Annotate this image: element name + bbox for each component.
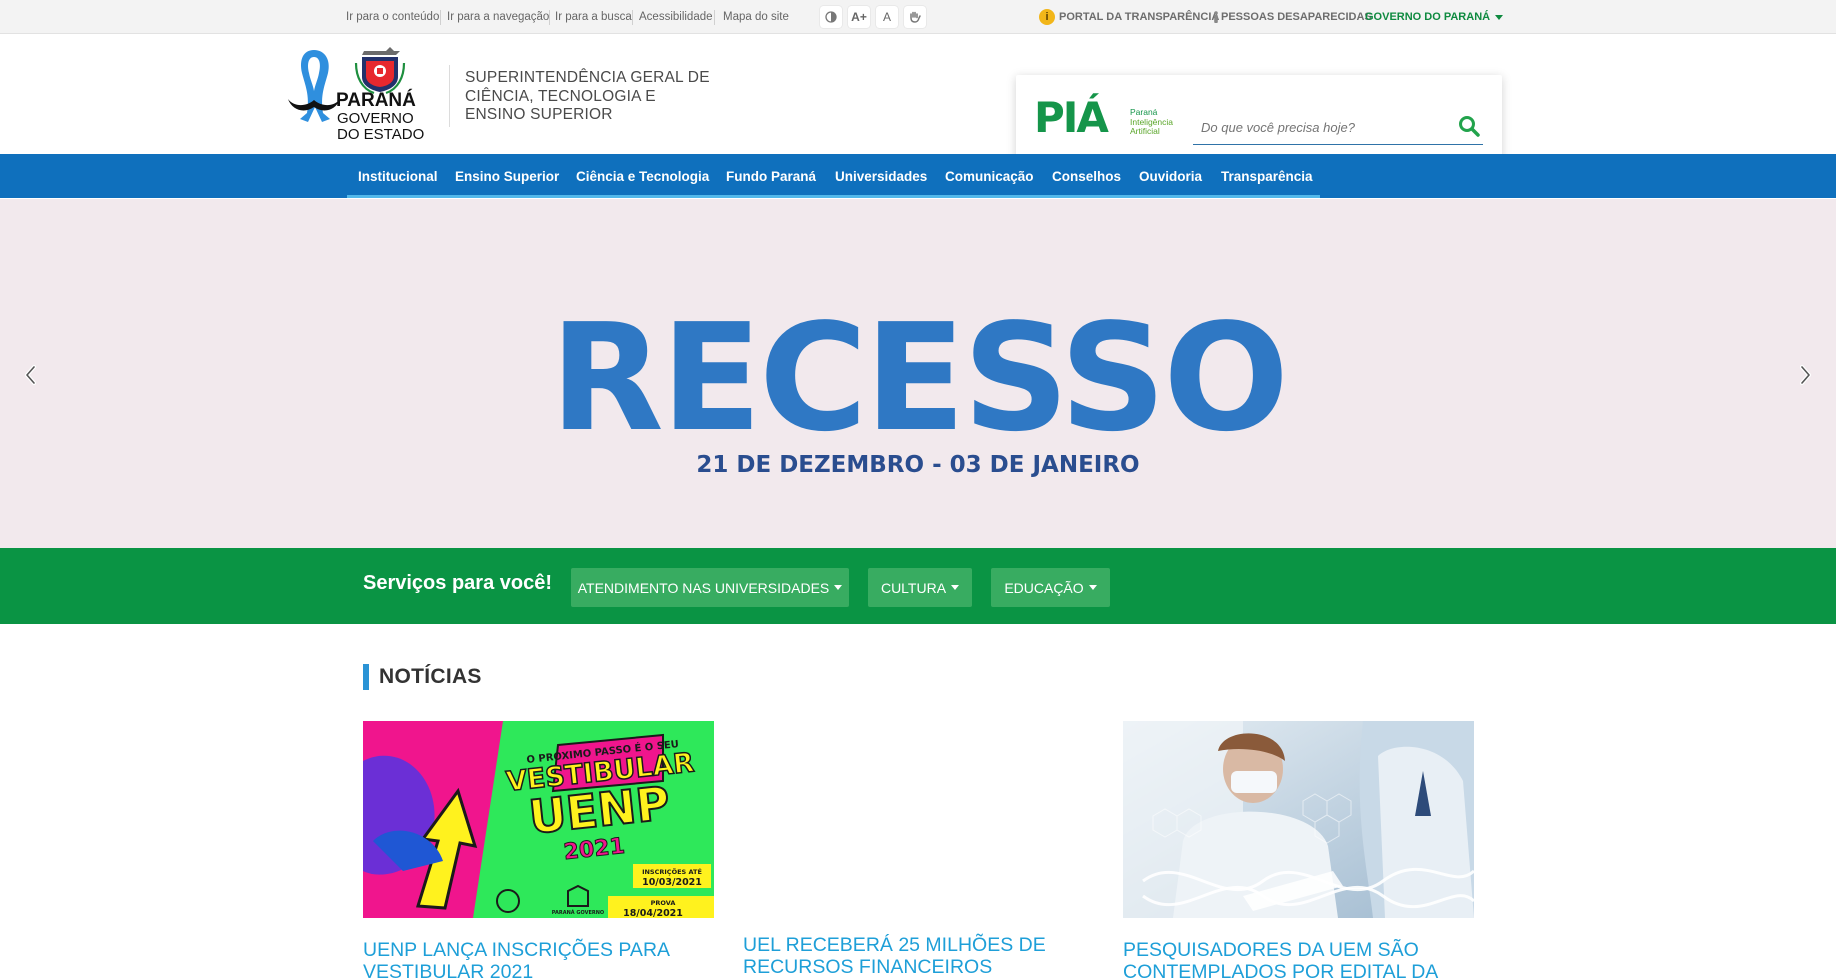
nav-underline — [347, 195, 1320, 198]
news-title[interactable]: UENP LANÇA INSCRIÇÕES PARA VESTIBULAR 20… — [363, 939, 714, 979]
skip-to-content-link[interactable]: Ir para o conteúdo — [346, 0, 439, 34]
news-image-placeholder[interactable] — [743, 721, 1094, 918]
default-font-button[interactable]: A — [876, 6, 898, 28]
nav-item-ciencia-tecnologia[interactable]: Ciência e Tecnologia — [576, 154, 709, 198]
sign-language-icon[interactable] — [904, 6, 926, 28]
org-name-line2: CIÊNCIA, TECNOLOGIA E — [465, 87, 656, 105]
contrast-icon[interactable] — [820, 6, 842, 28]
separator — [549, 10, 550, 25]
image-text-deadline-label: INSCRIÇÕES ATÉ — [642, 867, 702, 876]
services-title: Serviços para você! — [363, 572, 552, 594]
org-name-line3: ENSINO SUPERIOR — [465, 106, 613, 123]
separator — [440, 10, 441, 25]
service-educacao-dropdown[interactable]: EDUCAÇÃO — [991, 568, 1110, 607]
sitemap-link[interactable]: Mapa do site — [723, 0, 789, 34]
nav-item-conselhos[interactable]: Conselhos — [1052, 154, 1121, 198]
separator — [632, 10, 633, 25]
nav-item-fundo-parana[interactable]: Fundo Paraná — [726, 154, 816, 198]
org-name-line1: SUPERINTENDÊNCIA GERAL DE — [465, 69, 710, 86]
search-input[interactable] — [1193, 111, 1483, 145]
organization-name[interactable]: SUPERINTENDÊNCIA GERAL DE CIÊNCIA, TECNO… — [465, 69, 710, 125]
hero-slide: RECESSO 21 DE DEZEMBRO - 03 DE JANEIRO — [550, 292, 1289, 478]
nav-item-universidades[interactable]: Universidades — [835, 154, 927, 198]
increase-font-button[interactable]: A+ — [848, 6, 870, 28]
site-header: PARANÁ GOVERNO DO ESTADO SUPERINTENDÊNCI… — [0, 35, 1836, 165]
separator — [714, 10, 715, 25]
pia-logo[interactable]: PIÁ — [1034, 93, 1109, 142]
chevron-down-icon — [951, 585, 960, 590]
services-strip: Serviços para você! ATENDIMENTO NAS UNIV… — [0, 548, 1836, 624]
news-image-researchers[interactable] — [1123, 721, 1476, 918]
hero-carousel[interactable]: RECESSO 21 DE DEZEMBRO - 03 DE JANEIRO — [0, 199, 1836, 548]
logo-line1: GOVERNO — [337, 110, 414, 127]
info-icon: i — [1039, 9, 1055, 25]
utility-bar: Ir para o conteúdo Ir para a navegação I… — [0, 0, 1836, 34]
chevron-down-icon — [834, 585, 843, 590]
news-title[interactable]: PESQUISADORES DA UEM SÃO CONTEMPLADOS PO… — [1123, 939, 1474, 979]
nav-item-institucional[interactable]: Institucional — [358, 154, 438, 198]
skip-to-search-link[interactable]: Ir para a busca — [555, 0, 632, 34]
news-card[interactable]: UEL RECEBERÁ 25 MILHÕES DE RECURSOS FINA… — [743, 721, 1094, 978]
person-icon — [1214, 11, 1218, 23]
nav-item-ensino-superior[interactable]: Ensino Superior — [455, 154, 559, 198]
accessibility-link[interactable]: Acessibilidade — [639, 0, 713, 34]
missing-persons-link[interactable]: PESSOAS DESAPARECIDAS — [1213, 0, 1372, 34]
news-image-vestibular[interactable]: O PRÓXIMO PASSO É O SEU VESTIBULAR UENP … — [363, 721, 714, 919]
nav-item-ouvidoria[interactable]: Ouvidoria — [1139, 154, 1202, 198]
main-navigation: Institucional Ensino Superior Ciência e … — [0, 154, 1836, 198]
banner-subtitle: 21 DE DEZEMBRO - 03 DE JANEIRO — [696, 452, 1139, 478]
chevron-right-icon[interactable] — [1795, 363, 1815, 387]
pia-tagline: Paraná Inteligência Artificial — [1130, 107, 1174, 136]
service-atendimento-dropdown[interactable]: ATENDIMENTO NAS UNIVERSIDADES — [571, 568, 849, 607]
logo-line2: DO ESTADO — [337, 126, 424, 143]
chevron-down-icon — [1088, 585, 1097, 590]
image-text-exam-label: PROVA — [651, 899, 676, 907]
news-card[interactable]: O PRÓXIMO PASSO É O SEU VESTIBULAR UENP … — [363, 721, 714, 979]
banner-title: RECESSO — [550, 292, 1286, 464]
nav-item-comunicacao[interactable]: Comunicação — [945, 154, 1034, 198]
search-icon[interactable] — [1458, 115, 1480, 137]
image-text-deadline: 10/03/2021 — [642, 877, 702, 888]
skip-to-navigation-link[interactable]: Ir para a navegação — [447, 0, 549, 34]
service-cultura-dropdown[interactable]: CULTURA — [868, 568, 972, 607]
pia-search-box: PIÁ Paraná Inteligência Artificial — [1016, 75, 1502, 165]
parana-government-logo[interactable]: PARANÁ GOVERNO DO ESTADO — [286, 43, 432, 147]
news-heading: NOTÍCIAS — [363, 664, 482, 690]
chevron-down-icon — [1495, 14, 1504, 20]
news-title[interactable]: UEL RECEBERÁ 25 MILHÕES DE RECURSOS FINA… — [743, 934, 1094, 978]
chevron-left-icon[interactable] — [21, 363, 41, 387]
news-card[interactable]: PESQUISADORES DA UEM SÃO CONTEMPLADOS PO… — [1123, 721, 1476, 979]
government-menu-dropdown[interactable]: GOVERNO DO PARANÁ — [1365, 0, 1504, 34]
nav-item-transparencia[interactable]: Transparência — [1221, 154, 1313, 198]
logo-wordmark: PARANÁ — [336, 89, 416, 111]
transparency-portal-link[interactable]: i PORTAL DA TRANSPARÊNCIA — [1039, 0, 1219, 34]
header-divider — [449, 65, 450, 127]
image-text-seal: PARANÁ GOVERNO — [552, 909, 604, 916]
image-text-exam: 18/04/2021 — [623, 908, 683, 918]
